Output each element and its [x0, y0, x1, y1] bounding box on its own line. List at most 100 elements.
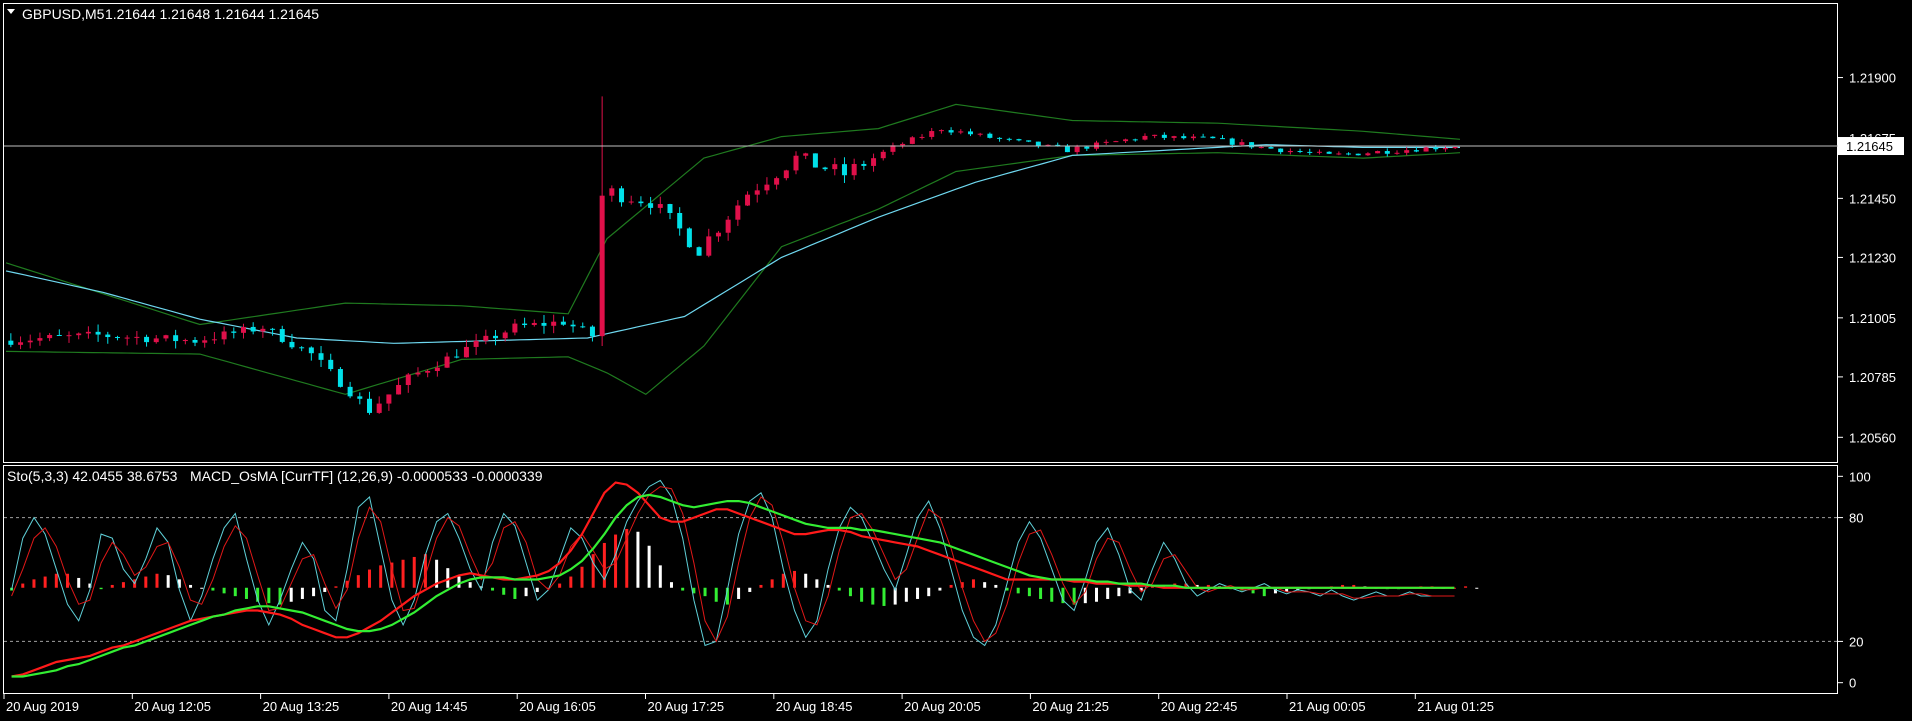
candle-body[interactable]: [144, 336, 150, 343]
candle-body[interactable]: [56, 334, 62, 336]
candle-body[interactable]: [76, 333, 82, 336]
candle-body[interactable]: [47, 334, 53, 339]
candle-body[interactable]: [1200, 136, 1206, 138]
candle-body[interactable]: [551, 321, 557, 326]
candle-body[interactable]: [1278, 148, 1284, 153]
candle-body[interactable]: [919, 136, 925, 138]
candle-body[interactable]: [1142, 135, 1148, 140]
candle-body[interactable]: [105, 334, 111, 338]
candle-body[interactable]: [929, 131, 935, 137]
candle-body[interactable]: [250, 326, 256, 332]
candle-body[interactable]: [376, 403, 382, 413]
candle-body[interactable]: [1074, 146, 1080, 153]
candle-body[interactable]: [803, 153, 809, 156]
candle-body[interactable]: [589, 326, 595, 337]
candle-body[interactable]: [1084, 146, 1090, 149]
candle-body[interactable]: [1307, 151, 1313, 153]
candle-body[interactable]: [1268, 147, 1274, 149]
candle-body[interactable]: [570, 324, 576, 327]
candle-body[interactable]: [745, 194, 751, 206]
candle-body[interactable]: [493, 335, 499, 339]
candle-body[interactable]: [696, 247, 702, 256]
candle-body[interactable]: [221, 331, 227, 340]
candle-body[interactable]: [1064, 146, 1070, 153]
candle-body[interactable]: [66, 335, 72, 337]
candle-body[interactable]: [1152, 134, 1158, 136]
candle-body[interactable]: [1123, 139, 1129, 142]
candle-body[interactable]: [793, 155, 799, 171]
candle-body[interactable]: [211, 339, 217, 341]
candle-body[interactable]: [1346, 153, 1352, 155]
candle-body[interactable]: [367, 398, 372, 413]
candle-body[interactable]: [1249, 142, 1255, 148]
candle-body[interactable]: [318, 353, 324, 360]
candle-body[interactable]: [531, 322, 537, 326]
candle-body[interactable]: [1113, 141, 1119, 143]
candle-body[interactable]: [1171, 136, 1177, 138]
candle-body[interactable]: [1229, 138, 1235, 145]
candle-body[interactable]: [851, 163, 857, 176]
candle-body[interactable]: [1355, 153, 1361, 156]
candle-body[interactable]: [463, 346, 469, 358]
candle-body[interactable]: [1433, 147, 1439, 150]
candle-body[interactable]: [425, 371, 431, 373]
candle-body[interactable]: [1239, 142, 1245, 145]
candle-body[interactable]: [541, 322, 547, 326]
candle-body[interactable]: [444, 356, 450, 368]
candle-body[interactable]: [1423, 147, 1429, 152]
candle-body[interactable]: [1181, 136, 1187, 139]
candle-body[interactable]: [1026, 140, 1032, 142]
candle-body[interactable]: [1316, 151, 1322, 153]
candle-body[interactable]: [153, 338, 159, 343]
candle-body[interactable]: [1297, 150, 1303, 152]
candle-body[interactable]: [735, 205, 741, 220]
candle-body[interactable]: [173, 335, 179, 342]
candle-body[interactable]: [434, 367, 440, 372]
candle-body[interactable]: [18, 342, 24, 345]
candle-body[interactable]: [483, 335, 489, 341]
candle-body[interactable]: [599, 195, 605, 337]
candle-body[interactable]: [841, 164, 847, 176]
candle-body[interactable]: [192, 339, 198, 343]
candle-body[interactable]: [1452, 146, 1458, 149]
candle-body[interactable]: [1365, 153, 1371, 156]
candle-body[interactable]: [1336, 153, 1342, 155]
candle-body[interactable]: [473, 340, 479, 347]
candle-body[interactable]: [783, 170, 789, 179]
candle-body[interactable]: [1394, 152, 1400, 154]
candle-body[interactable]: [861, 163, 867, 166]
candle-body[interactable]: [1375, 151, 1381, 154]
candle-body[interactable]: [1161, 134, 1167, 138]
candle-body[interactable]: [8, 340, 14, 345]
candle-body[interactable]: [977, 133, 983, 135]
candle-body[interactable]: [405, 374, 411, 386]
candle-body[interactable]: [1326, 151, 1332, 154]
candle-body[interactable]: [347, 386, 353, 397]
candle-body[interactable]: [774, 178, 780, 185]
candle-body[interactable]: [1132, 139, 1138, 141]
candle-body[interactable]: [871, 158, 877, 166]
candle-body[interactable]: [240, 326, 246, 333]
candle-body[interactable]: [1035, 141, 1041, 146]
candle-body[interactable]: [1384, 151, 1390, 154]
candle-body[interactable]: [386, 394, 392, 404]
candle-body[interactable]: [357, 396, 363, 399]
candle-body[interactable]: [706, 236, 712, 256]
candle-body[interactable]: [948, 130, 954, 133]
candle-body[interactable]: [85, 331, 91, 334]
candle-body[interactable]: [231, 331, 237, 333]
candle-body[interactable]: [938, 130, 944, 132]
candle-body[interactable]: [512, 323, 518, 333]
candle-body[interactable]: [987, 133, 993, 138]
candle-body[interactable]: [163, 335, 169, 339]
candle-body[interactable]: [299, 347, 305, 349]
candle-body[interactable]: [415, 372, 421, 375]
candle-body[interactable]: [909, 137, 915, 144]
candle-body[interactable]: [396, 385, 402, 395]
candle-body[interactable]: [900, 143, 906, 146]
candle-body[interactable]: [1006, 138, 1012, 140]
candle-body[interactable]: [1220, 138, 1226, 140]
candle-body[interactable]: [764, 184, 770, 191]
candle-body[interactable]: [279, 329, 285, 342]
candle-body[interactable]: [725, 219, 731, 233]
